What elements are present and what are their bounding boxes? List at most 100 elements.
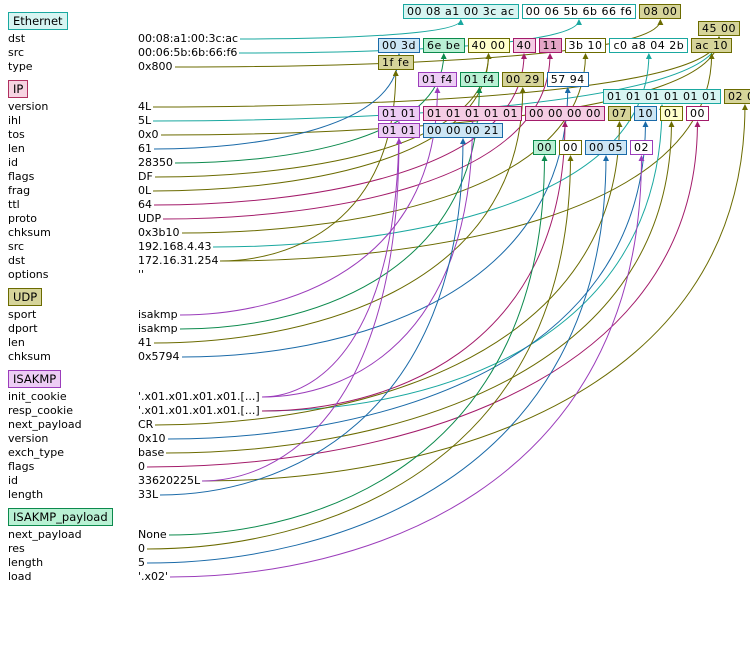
hex-line: 00 3d6e be40 0040113b 10c0 a8 04 2bac 10 bbox=[378, 38, 738, 55]
hex-box: 45 00 bbox=[698, 21, 740, 36]
field-value: 192.168.4.43 bbox=[138, 240, 211, 254]
field-value: 0 bbox=[138, 460, 145, 474]
hex-box: 00 08 a1 00 3c ac bbox=[403, 4, 519, 19]
field-value: 0L bbox=[138, 184, 151, 198]
field-label: next_payload bbox=[8, 528, 138, 542]
field-row: chksum0x5794 bbox=[8, 350, 742, 364]
hex-box: 00 00 00 00 bbox=[525, 106, 605, 121]
hex-box: 02 bbox=[630, 140, 653, 155]
field-value: 00:06:5b:6b:66:f6 bbox=[138, 46, 237, 60]
field-value: 0x3b10 bbox=[138, 226, 180, 240]
section-header-ethernet: Ethernet bbox=[8, 12, 68, 30]
field-value: 0x5794 bbox=[138, 350, 180, 364]
field-row: dst172.16.31.254 bbox=[8, 254, 742, 268]
hex-box: 6e be bbox=[423, 38, 465, 53]
hex-box: 00 29 bbox=[502, 72, 544, 87]
field-label: next_payload bbox=[8, 418, 138, 432]
field-value: 33L bbox=[138, 488, 158, 502]
field-label: len bbox=[8, 142, 138, 156]
field-label: chksum bbox=[8, 350, 138, 364]
field-row: flags0 bbox=[8, 460, 742, 474]
field-label: src bbox=[8, 46, 138, 60]
field-value: base bbox=[138, 446, 164, 460]
hex-line: 45 00 bbox=[698, 21, 738, 38]
hex-line: 1f fe bbox=[378, 55, 738, 72]
field-value: 41 bbox=[138, 336, 152, 350]
hex-line: 000000 0502 bbox=[533, 140, 738, 157]
hex-line: 01 f401 f400 2957 94 bbox=[418, 72, 738, 89]
field-label: len bbox=[8, 336, 138, 350]
hex-box: 01 f4 bbox=[418, 72, 457, 87]
field-row: next_payloadCR bbox=[8, 418, 742, 432]
hex-box: 00 3d bbox=[378, 38, 420, 53]
field-value: 5L bbox=[138, 114, 151, 128]
hex-box: 01 f4 bbox=[460, 72, 499, 87]
field-value: '.x01.x01.x01.x01.[...] bbox=[138, 390, 260, 404]
hex-box: 3b 10 bbox=[565, 38, 607, 53]
field-label: init_cookie bbox=[8, 390, 138, 404]
field-value: 33620225L bbox=[138, 474, 200, 488]
field-value: 4L bbox=[138, 100, 151, 114]
hex-line: 01 01 01 01 01 0102 01 bbox=[603, 89, 738, 106]
field-value: DF bbox=[138, 170, 153, 184]
field-value: CR bbox=[138, 418, 153, 432]
field-row: exch_typebase bbox=[8, 446, 742, 460]
field-value: 0x0 bbox=[138, 128, 159, 142]
field-label: sport bbox=[8, 308, 138, 322]
hex-box: 02 01 bbox=[724, 89, 750, 104]
field-row: init_cookie'.x01.x01.x01.x01.[...] bbox=[8, 390, 742, 404]
field-row: id28350 bbox=[8, 156, 742, 170]
hex-box: 11 bbox=[539, 38, 562, 53]
field-value: '.x02' bbox=[138, 570, 168, 584]
field-row: id33620225L bbox=[8, 474, 742, 488]
section-header-udp: UDP bbox=[8, 288, 42, 306]
field-label: flags bbox=[8, 170, 138, 184]
field-label: chksum bbox=[8, 226, 138, 240]
field-label: id bbox=[8, 474, 138, 488]
field-label: res bbox=[8, 542, 138, 556]
field-row: load'.x02' bbox=[8, 570, 742, 584]
section-header-isakmp: ISAKMP bbox=[8, 370, 61, 388]
field-label: version bbox=[8, 100, 138, 114]
field-label: dport bbox=[8, 322, 138, 336]
hex-box: 08 00 bbox=[639, 4, 681, 19]
field-row: version0x10 bbox=[8, 432, 742, 446]
field-label: dst bbox=[8, 32, 138, 46]
field-label: resp_cookie bbox=[8, 404, 138, 418]
hex-box: 00 bbox=[559, 140, 582, 155]
field-row: length5 bbox=[8, 556, 742, 570]
section-header-isakmp_payload: ISAKMP_payload bbox=[8, 508, 113, 526]
field-row: len41 bbox=[8, 336, 742, 350]
field-label: flags bbox=[8, 460, 138, 474]
field-row: dportisakmp bbox=[8, 322, 742, 336]
field-value: 64 bbox=[138, 198, 152, 212]
hex-box: 57 94 bbox=[547, 72, 589, 87]
field-value: '' bbox=[138, 268, 144, 282]
field-value: '.x01.x01.x01.x01.[...] bbox=[138, 404, 260, 418]
field-label: options bbox=[8, 268, 138, 282]
field-label: length bbox=[8, 556, 138, 570]
hex-box: 00 bbox=[533, 140, 556, 155]
field-row: protoUDP bbox=[8, 212, 742, 226]
hex-box: 10 bbox=[634, 106, 657, 121]
field-row: next_payloadNone bbox=[8, 528, 742, 542]
field-value: isakmp bbox=[138, 322, 178, 336]
field-row: sportisakmp bbox=[8, 308, 742, 322]
hex-box: 40 bbox=[513, 38, 536, 53]
field-label: length bbox=[8, 488, 138, 502]
field-label: exch_type bbox=[8, 446, 138, 460]
hex-dump-panel: 00 08 a1 00 3c ac00 06 5b 6b 66 f608 00 4… bbox=[378, 4, 738, 157]
hex-box: 07 bbox=[608, 106, 631, 121]
field-row: options'' bbox=[8, 268, 742, 282]
field-row: ttl64 bbox=[8, 198, 742, 212]
field-label: dst bbox=[8, 254, 138, 268]
section-header-ip: IP bbox=[8, 80, 28, 98]
hex-box: 01 01 01 01 01 bbox=[423, 106, 522, 121]
hex-box: 00 06 5b 6b 66 f6 bbox=[522, 4, 637, 19]
field-row: resp_cookie'.x01.x01.x01.x01.[...] bbox=[8, 404, 742, 418]
field-row: length33L bbox=[8, 488, 742, 502]
hex-box: c0 a8 04 2b bbox=[609, 38, 688, 53]
hex-box: 00 bbox=[686, 106, 709, 121]
hex-box: 01 01 bbox=[378, 106, 420, 121]
field-row: src192.168.4.43 bbox=[8, 240, 742, 254]
